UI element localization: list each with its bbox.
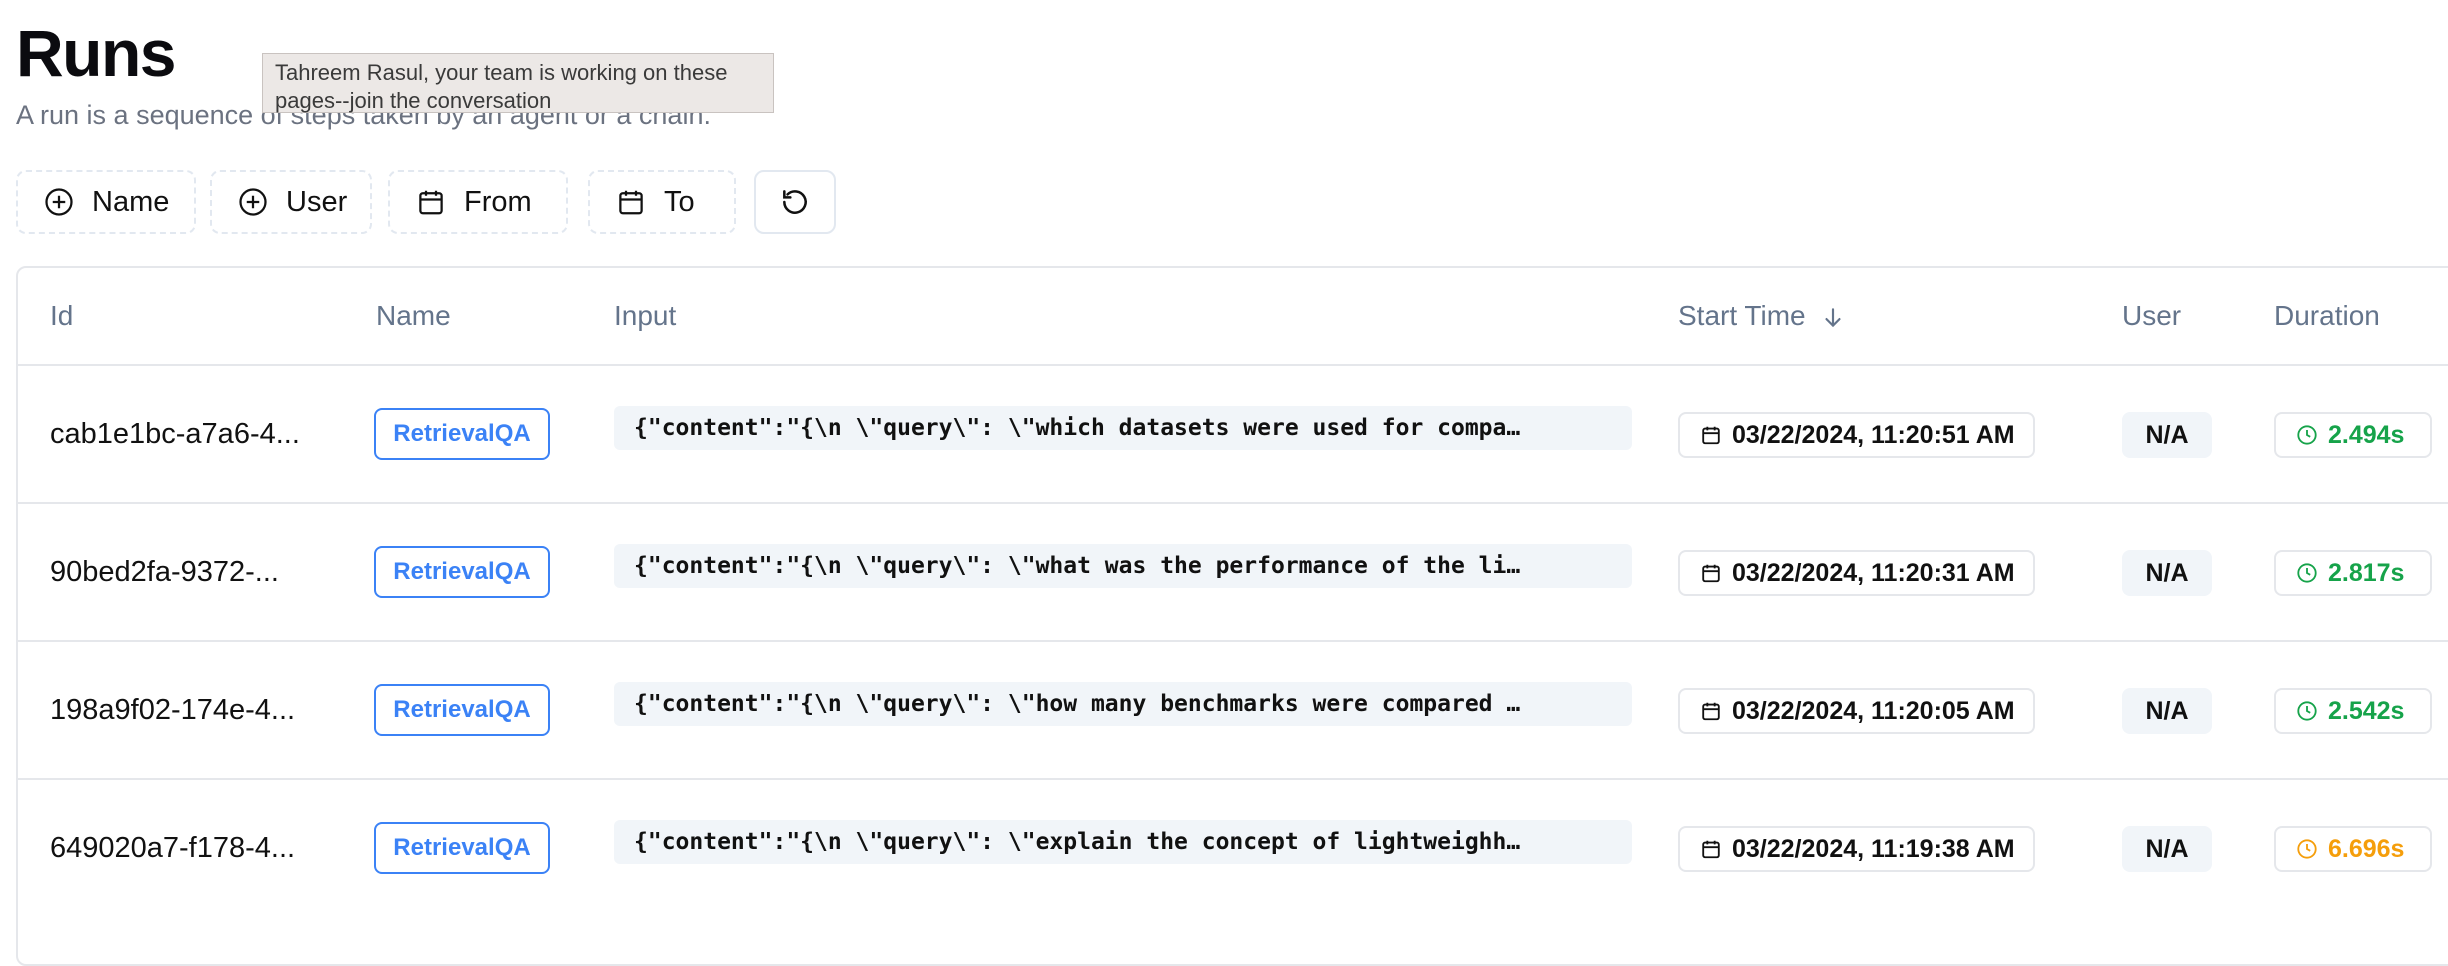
duration-badge: 2.542s (2274, 688, 2432, 734)
arrow-down-icon (1825, 307, 1841, 327)
column-header-id[interactable]: Id (50, 268, 73, 364)
table-row[interactable]: 198a9f02-174e-4... RetrievalQA {"content… (18, 640, 2448, 778)
start-time-badge: 03/22/2024, 11:20:31 AM (1678, 550, 2035, 596)
start-time-header-label: Start Time (1678, 300, 1806, 331)
duration-text: 2.494s (2328, 420, 2405, 449)
table-row[interactable]: 649020a7-f178-4... RetrievalQA {"content… (18, 778, 2448, 916)
run-input: {"content":"{\n \"query\": \"which datas… (614, 406, 1632, 450)
page-title: Runs (16, 16, 177, 90)
duration-badge: 2.494s (2274, 412, 2432, 458)
user-badge: N/A (2122, 688, 2212, 734)
column-header-start-time[interactable]: Start Time (1678, 268, 1846, 364)
calendar-icon (1702, 426, 1720, 445)
user-filter-label: User (286, 185, 348, 218)
column-header-duration[interactable]: Duration (2274, 268, 2380, 364)
calendar-icon (619, 190, 643, 215)
duration-badge: 2.817s (2274, 550, 2432, 596)
clock-icon (2297, 425, 2317, 445)
table-row[interactable]: cab1e1bc-a7a6-4... RetrievalQA {"content… (18, 364, 2448, 502)
calendar-icon (1702, 702, 1720, 721)
duration-badge: 6.696s (2274, 826, 2432, 872)
calendar-icon (419, 190, 443, 215)
run-input: {"content":"{\n \"query\": \"explain the… (614, 820, 1632, 864)
from-date-label: From (464, 185, 532, 218)
start-time-text: 03/22/2024, 11:19:38 AM (1732, 834, 2015, 863)
duration-text: 2.817s (2328, 558, 2405, 587)
start-time-text: 03/22/2024, 11:20:05 AM (1732, 696, 2015, 725)
clock-icon (2297, 701, 2317, 721)
to-date-button[interactable]: To (588, 170, 736, 234)
reset-filters-button[interactable] (754, 170, 836, 234)
user-badge: N/A (2122, 550, 2212, 596)
run-name-badge[interactable]: RetrievalQA (374, 822, 550, 874)
duration-text: 6.696s (2328, 834, 2405, 863)
runs-table: Id Name Input Start Time User Duration c… (16, 266, 2448, 966)
run-id[interactable]: 198a9f02-174e-4... (50, 642, 295, 778)
run-id[interactable]: cab1e1bc-a7a6-4... (50, 366, 300, 502)
reset-icon (783, 190, 807, 214)
start-time-text: 03/22/2024, 11:20:51 AM (1732, 420, 2015, 449)
user-badge: N/A (2122, 412, 2212, 458)
run-id[interactable]: 649020a7-f178-4... (50, 780, 295, 916)
column-header-input[interactable]: Input (614, 268, 676, 364)
duration-text: 2.542s (2328, 696, 2405, 725)
plus-circle-icon (239, 188, 267, 216)
column-header-user[interactable]: User (2122, 268, 2181, 364)
team-presence-tooltip: Tahreem Rasul, your team is working on t… (262, 53, 774, 113)
start-time-badge: 03/22/2024, 11:19:38 AM (1678, 826, 2035, 872)
run-input: {"content":"{\n \"query\": \"what was th… (614, 544, 1632, 588)
user-filter-button[interactable]: User (210, 170, 372, 234)
run-input: {"content":"{\n \"query\": \"how many be… (614, 682, 1632, 726)
run-name-badge[interactable]: RetrievalQA (374, 684, 550, 736)
clock-icon (2297, 839, 2317, 859)
start-time-text: 03/22/2024, 11:20:31 AM (1732, 558, 2015, 587)
table-row[interactable]: 90bed2fa-9372-... RetrievalQA {"content"… (18, 502, 2448, 640)
start-time-badge: 03/22/2024, 11:20:51 AM (1678, 412, 2035, 458)
plus-circle-icon (45, 188, 73, 216)
user-badge: N/A (2122, 826, 2212, 872)
run-id[interactable]: 90bed2fa-9372-... (50, 504, 279, 640)
run-name-badge[interactable]: RetrievalQA (374, 546, 550, 598)
calendar-icon (1702, 564, 1720, 583)
start-time-badge: 03/22/2024, 11:20:05 AM (1678, 688, 2035, 734)
run-name-badge[interactable]: RetrievalQA (374, 408, 550, 460)
clock-icon (2297, 563, 2317, 583)
calendar-icon (1702, 840, 1720, 859)
name-filter-button[interactable]: Name (16, 170, 196, 234)
to-date-label: To (664, 185, 695, 218)
from-date-button[interactable]: From (388, 170, 568, 234)
name-filter-label: Name (92, 185, 170, 218)
column-header-name[interactable]: Name (376, 268, 451, 364)
